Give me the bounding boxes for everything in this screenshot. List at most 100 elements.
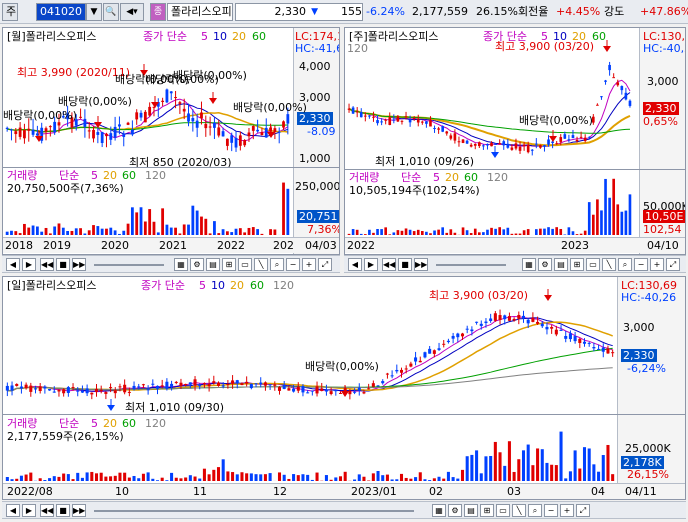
minimize-icon[interactable]: ▭ [586,258,600,271]
zoom-out-icon[interactable]: − [634,258,648,271]
volume-bar [48,233,52,235]
daily-vol-pct: 26,15% [627,468,669,481]
candle-body [367,388,371,390]
monthly-dividend-note: 배당락(0,00%) [58,95,132,108]
candle-body [170,383,174,387]
search-icon[interactable]: 🔍 [103,3,119,21]
candle-body [484,321,488,324]
fast-forward-icon[interactable]: ▶▶ [72,504,86,517]
magnify-icon[interactable]: ⌕ [528,504,542,517]
daily-chart-panel: [일]폴라리스오피스 종가 단순 5 10 20 60 120 LC:130,6… [2,276,686,500]
market-select[interactable]: 주 [2,3,18,21]
scroll-right-icon[interactable]: ▶ [22,258,36,271]
chart-type-icon[interactable]: ▦ [174,258,188,271]
candle-body [247,132,251,137]
volume-bar [429,233,432,235]
weekly-chart-canvas[interactable] [345,28,685,254]
reset-icon[interactable]: ⤢ [576,504,590,517]
scroll-left-icon[interactable]: ◀ [348,258,362,271]
monthly-vol-ma60: 60 [122,169,136,182]
candle-body [57,122,61,126]
zoom-slider[interactable] [94,264,164,266]
candle-body [355,111,359,113]
zoom-out-icon[interactable]: − [286,258,300,271]
candle-body [390,375,394,377]
monthly-chart-canvas[interactable] [3,28,339,254]
monthly-ma20: 20 [232,30,246,43]
volume-bar [254,474,258,481]
fast-back-icon[interactable]: ◀◀ [382,258,396,271]
volume-bar [230,232,234,235]
turnover-label: 회전율 [518,5,549,18]
volume-bar [40,231,44,235]
candle-body [479,323,483,326]
settings-icon[interactable]: ⚙ [538,258,552,271]
zoom-slider[interactable] [94,510,414,512]
monthly-xtick: 2018 [5,239,33,252]
minimize-icon[interactable]: ▭ [496,504,510,517]
stop-icon[interactable]: ■ [398,258,412,271]
candle-body [118,386,122,388]
scroll-right-icon[interactable]: ▶ [364,258,378,271]
scroll-left-icon[interactable]: ◀ [6,504,20,517]
zoom-out-icon[interactable]: − [544,504,558,517]
monthly-ma-label: 종가 단순 [143,30,187,43]
tool-icon[interactable]: ⊞ [222,258,236,271]
strength-label: 강도 [604,5,625,18]
candle-body [518,146,522,151]
chart-type-icon[interactable]: ▦ [522,258,536,271]
volume-bar [490,227,493,235]
weekly-date: 04/10 [647,239,679,252]
zoom-in-icon[interactable]: + [560,504,574,517]
zoom-in-icon[interactable]: + [302,258,316,271]
monthly-divider [3,167,339,168]
candle-body [432,350,436,354]
draw-icon[interactable]: ╲ [512,504,526,517]
volume-bar [204,218,208,235]
volume-bar [70,230,74,235]
group-icon[interactable]: 종 [150,3,166,21]
reset-icon[interactable]: ⤢ [318,258,332,271]
fast-forward-icon[interactable]: ▶▶ [414,258,428,271]
volume-bar [451,477,455,481]
chart-type-icon[interactable]: ▦ [432,504,446,517]
magnify-icon[interactable]: ⌕ [618,258,632,271]
scroll-left-icon[interactable]: ◀ [6,258,20,271]
volume-bar [113,475,117,481]
volume-bar [139,207,143,235]
stock-name-field[interactable]: 폴라리스오피 [167,3,233,21]
fast-forward-icon[interactable]: ▶▶ [72,258,86,271]
code-dropdown-button[interactable]: ▼ [86,3,102,21]
grid-icon[interactable]: ▤ [206,258,220,271]
daily-chart-canvas[interactable] [3,277,685,499]
tool-icon[interactable]: ⊞ [570,258,584,271]
stock-code-input[interactable]: 041020 [36,3,86,21]
candle-body [606,348,610,354]
reset-icon[interactable]: ⤢ [666,258,680,271]
scroll-right-icon[interactable]: ▶ [22,504,36,517]
grid-icon[interactable]: ▤ [554,258,568,271]
grid-icon[interactable]: ▤ [464,504,478,517]
candle-body [457,141,461,143]
zoom-in-icon[interactable]: + [650,258,664,271]
settings-icon[interactable]: ⚙ [448,504,462,517]
zoom-slider[interactable] [436,264,506,266]
stop-icon[interactable]: ■ [56,504,70,517]
volume-bar [371,473,375,481]
fast-back-icon[interactable]: ◀◀ [40,258,54,271]
sound-icon[interactable]: ◀▾ [120,3,144,21]
draw-icon[interactable]: ╲ [602,258,616,271]
stop-icon[interactable]: ■ [56,258,70,271]
candle-body [423,352,427,358]
monthly-vol-ma120: 120 [145,169,166,182]
candle-body [550,326,554,329]
draw-icon[interactable]: ╲ [254,258,268,271]
candle-body [506,143,510,148]
minimize-icon[interactable]: ▭ [238,258,252,271]
volume-bar [151,478,155,481]
fast-back-icon[interactable]: ◀◀ [40,504,54,517]
tool-icon[interactable]: ⊞ [480,504,494,517]
settings-icon[interactable]: ⚙ [190,258,204,271]
candle-body [441,126,445,132]
magnify-icon[interactable]: ⌕ [270,258,284,271]
